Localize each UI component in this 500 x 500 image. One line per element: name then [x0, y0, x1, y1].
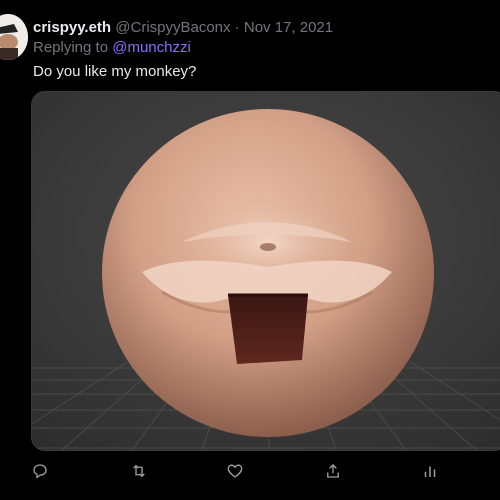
tweet-actions — [0, 458, 500, 484]
separator: · — [230, 19, 244, 36]
retweet-icon — [133, 464, 145, 478]
avatar[interactable] — [0, 14, 28, 60]
3d-render-image — [32, 92, 500, 450]
share-button[interactable] — [320, 458, 346, 484]
like-button[interactable] — [222, 458, 248, 484]
tweet-header: crispyy.eth @CrispyyBaconx · Nov 17, 202… — [33, 18, 333, 38]
tweet-date[interactable]: Nov 17, 2021 — [244, 19, 333, 36]
retweet-button[interactable] — [126, 458, 152, 484]
share-icon — [327, 464, 339, 478]
reply-icon — [33, 464, 47, 479]
mention-link[interactable]: @munchzzi — [112, 39, 191, 56]
replying-prefix: Replying to — [33, 39, 113, 56]
reply-button[interactable] — [27, 458, 53, 484]
like-icon — [227, 464, 243, 478]
display-name[interactable]: crispyy.eth — [33, 19, 111, 36]
replying-to: Replying to @munchzzi — [33, 38, 191, 58]
tweet-card[interactable]: crispyy.eth @CrispyyBaconx · Nov 17, 202… — [0, 0, 500, 500]
analytics-button[interactable] — [417, 458, 443, 484]
analytics-icon — [424, 466, 436, 477]
tweet-text: Do you like my monkey? — [33, 63, 197, 80]
tweet-media-image[interactable] — [31, 91, 500, 451]
handle[interactable]: @CrispyyBaconx — [115, 19, 230, 36]
